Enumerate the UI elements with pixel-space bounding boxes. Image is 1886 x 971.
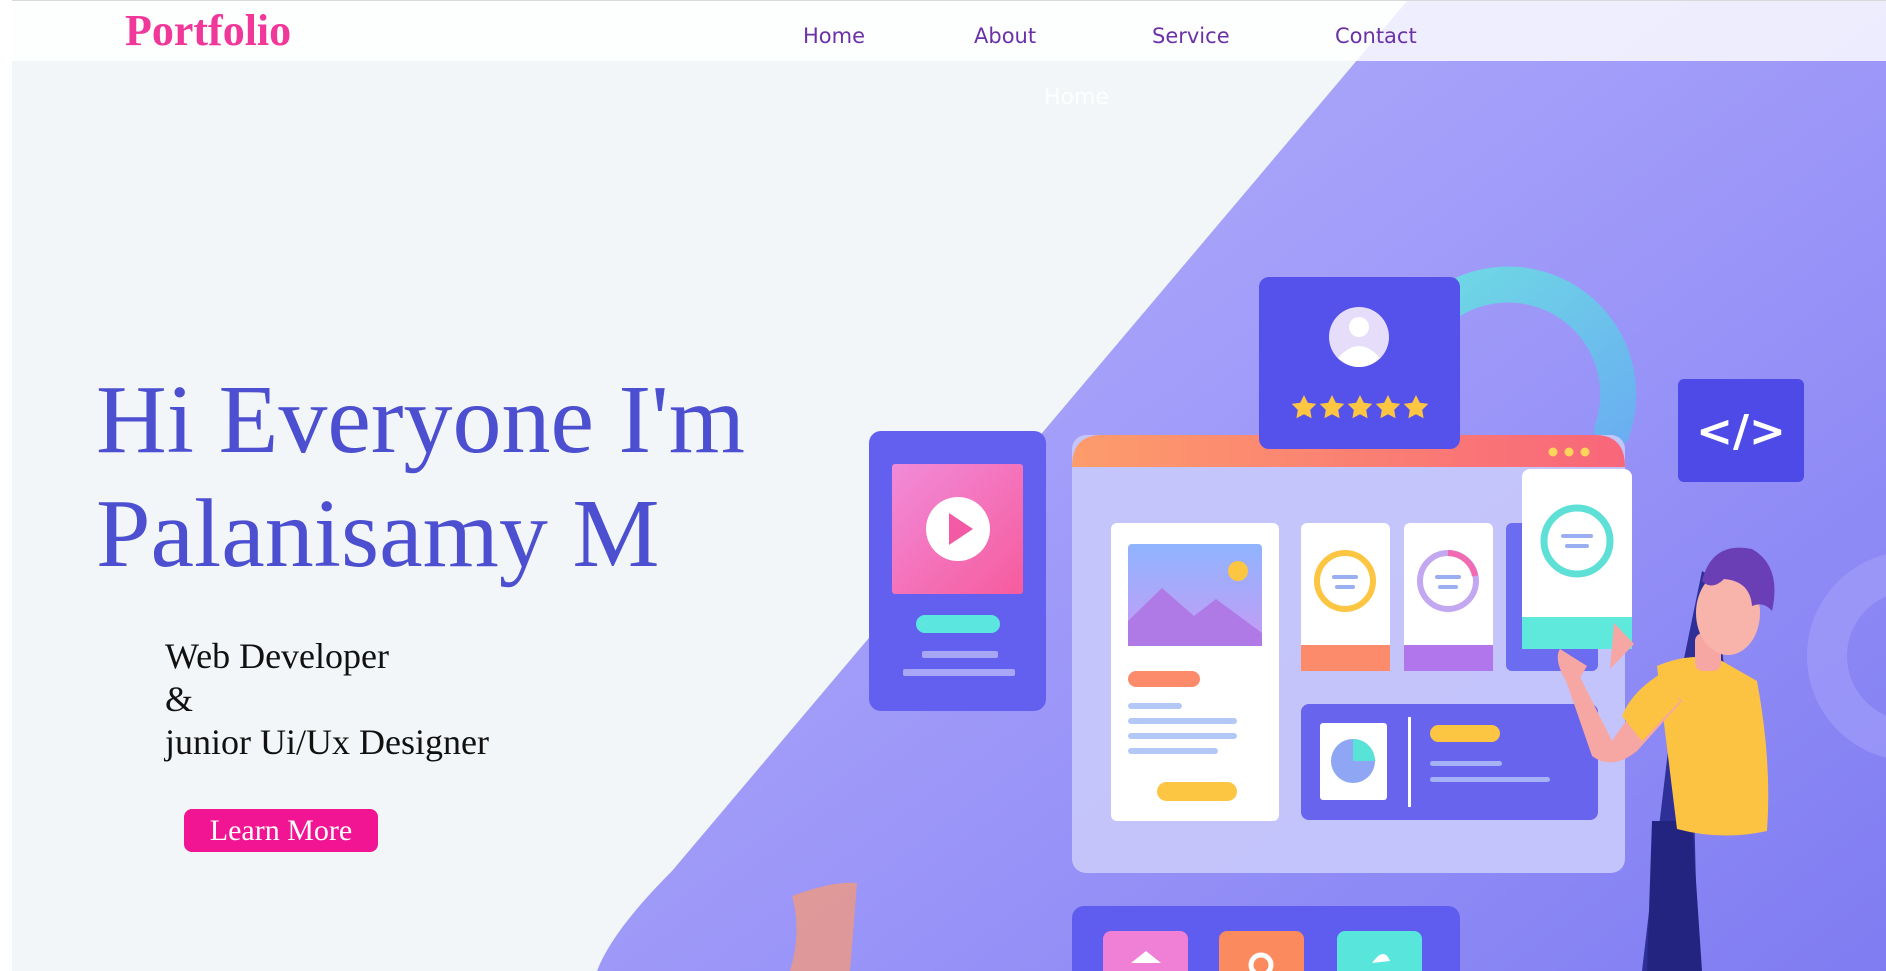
role-ampersand: &	[165, 679, 194, 719]
hero-title: Hi Everyone I'm Palanisamy M	[96, 363, 745, 591]
ribbon-shape	[790, 882, 857, 971]
learn-more-button[interactable]: Learn More	[184, 809, 378, 852]
hero-title-line-1: Hi Everyone I'm	[96, 366, 746, 474]
profile-card	[1259, 277, 1460, 449]
role-web-developer: Web Developer	[165, 636, 389, 676]
code-icon: </>	[1696, 406, 1786, 457]
nav-link-about[interactable]: About	[974, 24, 1036, 48]
role-ui-ux-designer: junior Ui/Ux Designer	[165, 722, 489, 762]
roles-block: Web Developer & junior Ui/Ux Designer	[165, 635, 489, 764]
nav-link-home[interactable]: Home	[803, 24, 865, 48]
site-logo[interactable]: Portfolio	[125, 9, 291, 53]
nav-link-contact[interactable]: Contact	[1335, 24, 1417, 48]
page: </> Portfolio Home About Service Contact…	[12, 0, 1886, 971]
bottom-icon-tray	[1072, 906, 1460, 971]
code-badge: </>	[1678, 379, 1804, 482]
navbar: Portfolio Home About Service Contact	[12, 1, 1886, 61]
nav-link-service[interactable]: Service	[1152, 24, 1230, 48]
ghost-home-label: Home	[1044, 85, 1109, 110]
floating-card	[1522, 469, 1632, 649]
hero-title-line-2: Palanisamy M	[96, 480, 660, 588]
mobile-card	[869, 431, 1046, 711]
